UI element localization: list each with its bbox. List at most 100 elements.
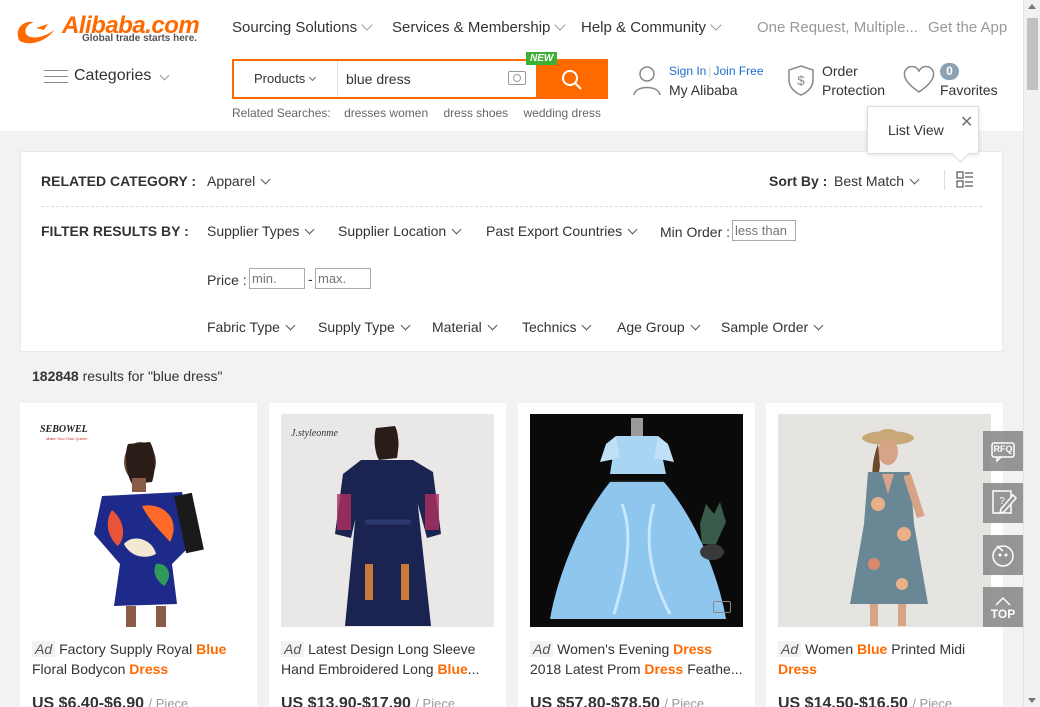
filter-label: Material <box>432 319 482 335</box>
filter-fabric-type[interactable]: Fabric Type <box>207 319 296 335</box>
filter-material[interactable]: Material <box>432 319 498 335</box>
filter-panel: RELATED CATEGORY : Apparel Sort By : Bes… <box>20 151 1003 352</box>
chevron-down-icon <box>400 320 411 331</box>
nav-label: Sourcing Solutions <box>232 19 358 36</box>
related-search-link[interactable]: dresses women <box>344 106 428 120</box>
feedback-button[interactable]: ? <box>983 483 1023 523</box>
chevron-down-icon <box>309 73 317 82</box>
heart-icon <box>903 65 935 93</box>
product-card[interactable]: J.styleonme Ad Latest Design Long Sleeve … <box>269 403 506 707</box>
chevron-down-icon <box>304 224 315 235</box>
filter-supplier-location[interactable]: Supplier Location <box>338 223 462 239</box>
related-searches: Related Searches: dresses women dress sh… <box>232 106 613 120</box>
sort-by-label: Sort By : <box>769 173 828 189</box>
search-button[interactable] <box>536 59 608 99</box>
brand-tagline: Global trade starts here. <box>82 33 198 44</box>
scroll-down-arrow-icon[interactable] <box>1028 698 1036 703</box>
sort-by-dropdown[interactable]: Best Match <box>834 173 920 189</box>
filter-past-export-countries[interactable]: Past Export Countries <box>486 223 638 239</box>
filter-supply-type[interactable]: Supply Type <box>318 319 411 335</box>
get-the-app-link[interactable]: Get the App <box>928 19 1007 36</box>
product-title[interactable]: Ad Women Blue Printed Midi Dress <box>778 639 991 679</box>
filter-label: Sample Order <box>721 319 809 335</box>
brand-watermark: SEBOWEL <box>40 424 88 435</box>
page-scrollbar[interactable] <box>1023 0 1040 707</box>
user-account: Sign In | Join Free My Alibaba <box>632 62 772 102</box>
auth-links: Sign In | Join Free <box>669 64 764 78</box>
product-card[interactable]: SEBOWEL Make Your Own Queen Ad Factory Su… <box>20 403 257 707</box>
ad-badge: Ad <box>281 641 305 657</box>
product-image[interactable] <box>530 414 743 627</box>
product-card[interactable]: Ad Women Blue Printed Midi Dress US $14.5… <box>766 403 1003 707</box>
my-alibaba-link[interactable]: My Alibaba <box>669 82 737 98</box>
product-image[interactable]: J.styleonme <box>281 414 494 627</box>
min-order-label: Min Order : <box>660 224 731 240</box>
chat-icon <box>992 545 1014 567</box>
chevron-down-icon <box>487 320 498 331</box>
list-view-icon[interactable] <box>956 171 974 189</box>
product-card[interactable]: Ad Women's Evening Dress 2018 Latest Prom… <box>518 403 755 707</box>
nav-services-membership[interactable]: Services & Membership <box>392 19 567 36</box>
scroll-up-arrow-icon[interactable] <box>1028 4 1036 9</box>
ad-badge: Ad <box>778 641 802 657</box>
filter-sample-order[interactable]: Sample Order <box>721 319 824 335</box>
menu-icon <box>44 70 68 84</box>
filter-label: Past Export Countries <box>486 223 623 239</box>
related-search-link[interactable]: dress shoes <box>443 106 508 120</box>
search-category-select[interactable]: Products <box>234 61 338 97</box>
nav-label: Services & Membership <box>392 19 551 36</box>
product-title[interactable]: Ad Latest Design Long Sleeve Hand Embroid… <box>281 639 494 679</box>
product-title[interactable]: Ad Women's Evening Dress 2018 Latest Prom… <box>530 639 743 679</box>
join-free-link[interactable]: Join Free <box>713 64 763 78</box>
price-max-input[interactable] <box>315 268 371 289</box>
chevron-down-icon <box>690 320 701 331</box>
new-badge: NEW <box>526 52 558 65</box>
product-image[interactable]: SEBOWEL Make Your Own Queen <box>32 414 245 627</box>
search-category-label: Products <box>254 71 306 86</box>
chevron-down-icon <box>260 174 271 185</box>
alibaba-logo[interactable]: Alibaba.com Global trade starts here. <box>14 12 209 48</box>
filter-supplier-types[interactable]: Supplier Types <box>207 223 315 239</box>
nav-help-community[interactable]: Help & Community <box>581 19 722 36</box>
chevron-down-icon <box>554 19 567 31</box>
chevron-down-icon <box>813 320 824 331</box>
product-image[interactable] <box>778 414 991 627</box>
one-request-link[interactable]: One Request, Multiple... <box>757 19 918 36</box>
scrollbar-thumb[interactable] <box>1027 18 1038 90</box>
filter-label: Fabric Type <box>207 319 280 335</box>
nav-label: Help & Community <box>581 19 707 36</box>
product-price: US $13.90-$17.90 / Piece <box>281 695 456 707</box>
related-category-dropdown[interactable]: Apparel <box>207 173 271 189</box>
rfq-button[interactable]: RFQ <box>983 431 1023 471</box>
close-icon[interactable]: ✕ <box>960 112 973 132</box>
protection-label: Protection <box>822 82 886 98</box>
shield-dollar-icon: $ <box>788 65 814 96</box>
svg-text:?: ? <box>999 496 1005 507</box>
chat-button[interactable] <box>983 535 1023 575</box>
price-min-input[interactable] <box>249 268 305 289</box>
chevron-down-icon <box>710 19 722 31</box>
related-search-link[interactable]: wedding dress <box>524 106 601 120</box>
chevron-down-icon <box>627 224 638 235</box>
product-price: US $14.50-$16.50 / Piece <box>778 695 953 707</box>
chevron-down-icon <box>159 70 170 81</box>
filter-technics[interactable]: Technics <box>522 319 592 335</box>
ad-badge: Ad <box>530 641 554 657</box>
min-order-input[interactable] <box>732 220 796 241</box>
feedback-icon: ? <box>992 490 1018 515</box>
product-title[interactable]: Ad Factory Supply Royal Blue Floral Bodyc… <box>32 639 245 679</box>
sign-in-link[interactable]: Sign In <box>669 64 706 78</box>
nav-sourcing-solutions[interactable]: Sourcing Solutions <box>232 19 373 36</box>
tooltip-text: List View <box>888 122 944 138</box>
back-to-top-button[interactable]: TOP <box>983 587 1023 627</box>
favorites-count-badge: 0 <box>940 63 959 80</box>
camera-icon[interactable] <box>508 71 526 85</box>
filter-label: Supplier Location <box>338 223 447 239</box>
search-input[interactable] <box>346 61 506 97</box>
filter-age-group[interactable]: Age Group <box>617 319 701 335</box>
price-separator: - <box>308 271 313 287</box>
categories-label: Categories <box>74 67 152 84</box>
ad-badge: Ad <box>32 641 56 657</box>
price-label: Price : <box>207 272 247 288</box>
brand-watermark: J.styleonme <box>291 428 338 439</box>
